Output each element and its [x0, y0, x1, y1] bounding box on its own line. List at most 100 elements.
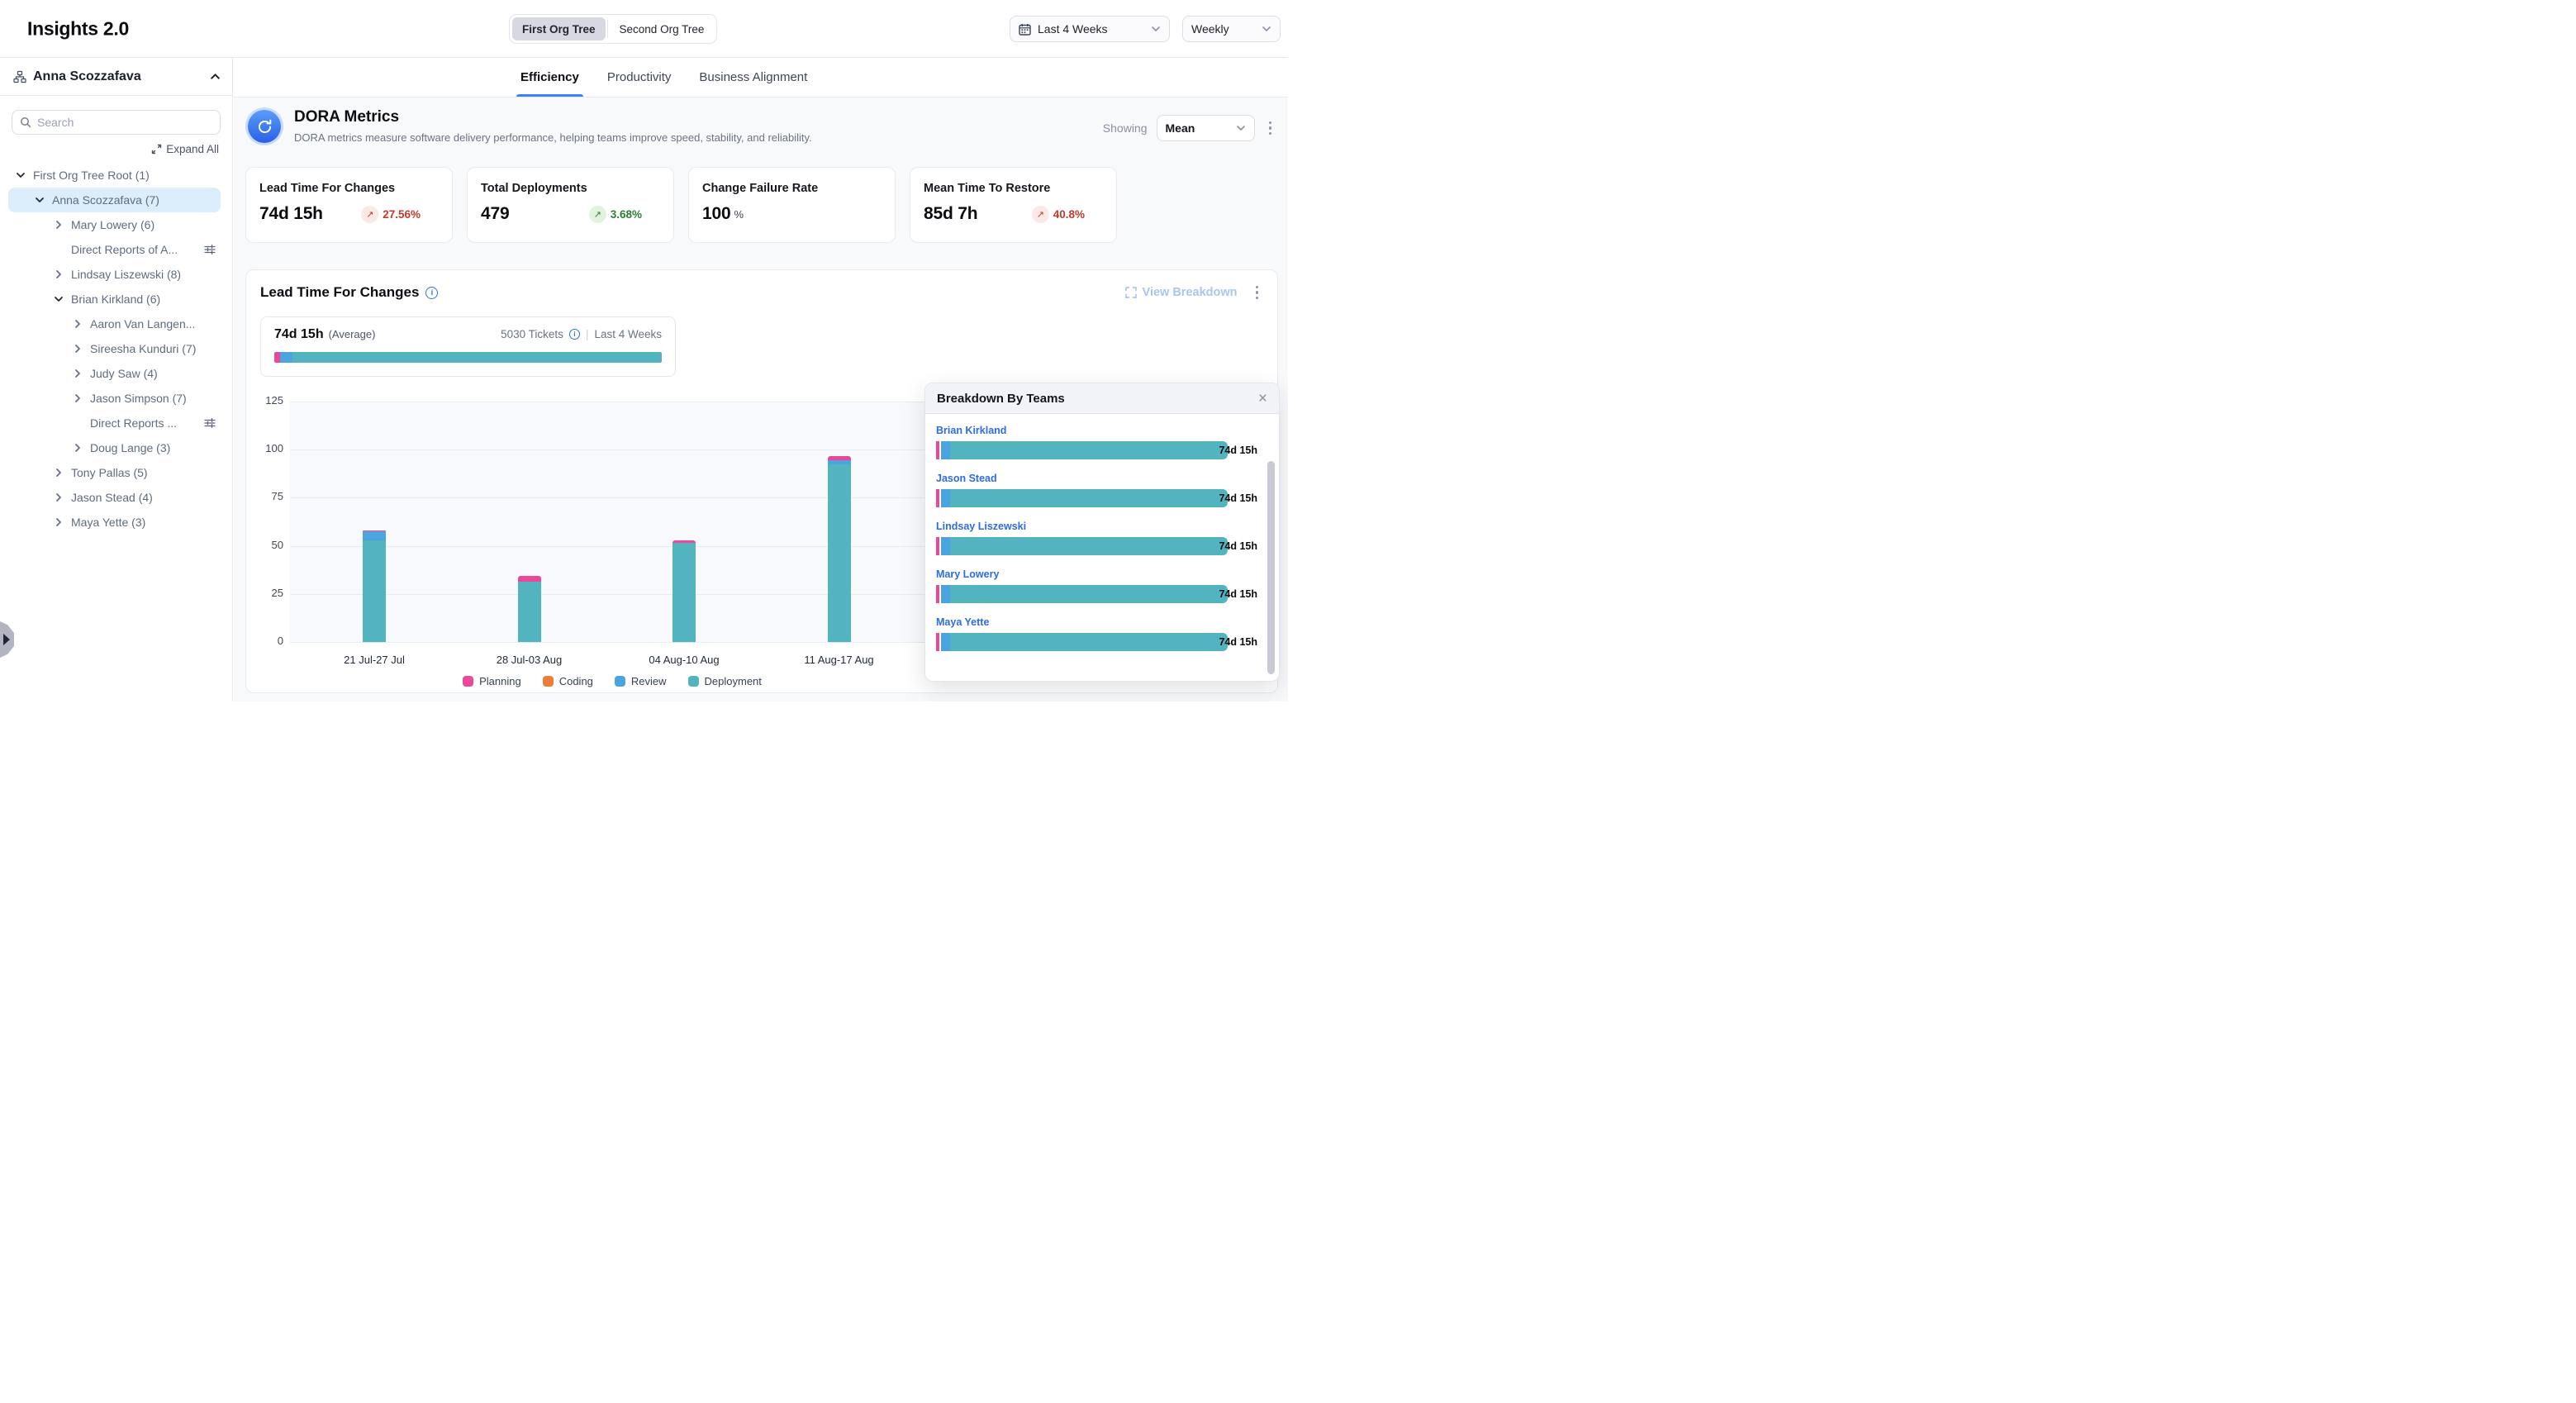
legend-item-review[interactable]: Review — [615, 675, 667, 687]
sidebar-collapse-button[interactable] — [210, 71, 221, 82]
dora-kebab-menu[interactable] — [1264, 118, 1277, 139]
tree-item-judy-saw-4[interactable]: Judy Saw (4) — [8, 361, 221, 386]
tree-item-brian-kirkland-6[interactable]: Brian Kirkland (6) — [8, 287, 221, 312]
dora-logo-ring — [245, 107, 283, 145]
tree-item-jason-stead-4[interactable]: Jason Stead (4) — [8, 485, 221, 510]
expand-all-icon — [151, 144, 162, 155]
metric-card-value: 85d 7h — [924, 204, 977, 224]
info-icon[interactable]: i — [425, 287, 438, 299]
tree-item-sireesha-kunduri-7[interactable]: Sireesha Kunduri (7) — [8, 336, 221, 361]
tree-item-direct-reports-of-a[interactable]: Direct Reports of A... — [8, 237, 221, 262]
breakdown-segment-planning — [936, 633, 939, 651]
toggle-second-org-tree[interactable]: Second Org Tree — [610, 17, 715, 40]
tab-productivity[interactable]: Productivity — [603, 58, 676, 97]
tree-item-first-org-tree-root-1[interactable]: First Org Tree Root (1) — [8, 163, 221, 188]
toggle-first-org-tree[interactable]: First Org Tree — [512, 17, 606, 40]
tree-item-anna-scozzafava-7[interactable]: Anna Scozzafava (7) — [8, 188, 221, 212]
chart-bar-28-jul-03-aug — [518, 576, 541, 642]
breakdown-team-link[interactable]: Maya Yette — [936, 616, 1257, 628]
app-title: Insights 2.0 — [27, 17, 129, 40]
expand-all-label: Expand All — [166, 143, 219, 155]
y-axis-tick-label: 25 — [260, 587, 283, 599]
breakdown-team-link[interactable]: Jason Stead — [936, 473, 1257, 484]
tab-efficiency[interactable]: Efficiency — [516, 58, 583, 97]
breakdown-panel-title: Breakdown By Teams — [937, 392, 1065, 406]
tickets-count: 5030 Tickets — [501, 328, 563, 340]
info-icon[interactable]: i — [569, 329, 580, 340]
breakdown-row-jason-stead: Jason Stead 74d 15h — [936, 473, 1257, 507]
breakdown-panel: Breakdown By Teams × Brian Kirkland 74d 1… — [924, 383, 1280, 682]
search-input[interactable] — [37, 116, 212, 129]
tree-item-jason-simpson-7[interactable]: Jason Simpson (7) — [8, 386, 221, 411]
aggregation-dropdown[interactable]: Mean — [1157, 115, 1255, 141]
chevron-down-icon — [1236, 123, 1246, 133]
tree-item-tony-pallas-5[interactable]: Tony Pallas (5) — [8, 460, 221, 485]
close-icon[interactable]: × — [1258, 391, 1267, 407]
toggle-divider — [607, 20, 608, 38]
tree-item-label: Tony Pallas (5) — [71, 466, 148, 479]
breakdown-stacked-bar — [936, 633, 1228, 651]
section-kebab-menu[interactable] — [1251, 283, 1264, 303]
legend-item-planning[interactable]: Planning — [463, 675, 521, 687]
breakdown-panel-header: Breakdown By Teams × — [925, 383, 1279, 414]
tree-item-label: Direct Reports ... — [90, 416, 177, 430]
metric-card-lead-time-for-changes: Lead Time For Changes74d 15h↗27.56% — [245, 167, 453, 243]
filter-sliders-icon[interactable] — [204, 417, 216, 429]
dora-title: DORA Metrics — [294, 108, 812, 126]
bar-segment-deployment — [828, 464, 851, 642]
tree-item-mary-lowery-6[interactable]: Mary Lowery (6) — [8, 212, 221, 237]
view-breakdown-button[interactable]: View Breakdown — [1125, 286, 1238, 299]
breakdown-bar-row: 74d 15h — [936, 489, 1257, 507]
legend-item-coding[interactable]: Coding — [543, 675, 593, 687]
y-axis-tick-label: 75 — [260, 490, 283, 502]
average-value: 74d 15h — [274, 327, 324, 342]
legend-label: Planning — [479, 675, 521, 687]
tree-item-maya-yette-3[interactable]: Maya Yette (3) — [8, 510, 221, 535]
breakdown-segment-planning — [936, 441, 939, 459]
tree-item-label: Sireesha Kunduri (7) — [90, 342, 196, 355]
tree-item-label: Anna Scozzafava (7) — [52, 193, 159, 207]
x-axis-tick-label: 11 Aug-17 Aug — [782, 654, 897, 666]
chevron-right-icon — [72, 369, 83, 378]
metric-cards-row: Lead Time For Changes74d 15h↗27.56% Total… — [245, 167, 1278, 243]
sidebar-search — [12, 110, 221, 135]
tree-item-doug-lange-3[interactable]: Doug Lange (3) — [8, 435, 221, 460]
breakdown-team-link[interactable]: Mary Lowery — [936, 568, 1257, 580]
filter-sliders-icon[interactable] — [204, 244, 216, 255]
tree-item-lindsay-liszewski-8[interactable]: Lindsay Liszewski (8) — [8, 262, 221, 287]
breakdown-row-lindsay-liszewski: Lindsay Liszewski74d 15h — [936, 521, 1257, 555]
showing-label: Showing — [1103, 121, 1148, 135]
breakdown-value: 74d 15h — [1219, 445, 1257, 456]
breakdown-team-link[interactable]: Lindsay Liszewski — [936, 521, 1257, 532]
trend-up-icon: ↗ — [1032, 206, 1049, 223]
chevron-right-icon — [72, 393, 83, 403]
breakdown-team-link[interactable]: Brian Kirkland — [936, 425, 1257, 436]
tree-item-aaron-van-langen[interactable]: Aaron Van Langen... — [8, 312, 221, 336]
dora-header-text: DORA Metrics DORA metrics measure softwa… — [294, 107, 812, 144]
breakdown-segment-planning — [936, 585, 939, 603]
chevron-down-icon — [1262, 24, 1271, 34]
metric-card-unit: % — [734, 208, 744, 221]
chevron-right-icon — [53, 269, 64, 279]
average-label: (Average) — [329, 328, 376, 340]
expand-all-button[interactable]: Expand All — [0, 143, 219, 155]
trend-up-icon: ↗ — [589, 206, 606, 223]
breakdown-segment-deployment — [950, 585, 1228, 603]
metric-card-title: Mean Time To Restore — [924, 182, 1103, 195]
breakdown-segment-deployment — [950, 441, 1228, 459]
panel-scrollbar-thumb[interactable] — [1267, 461, 1275, 674]
breakdown-stacked-bar — [936, 537, 1228, 555]
metric-card-mean-time-to-restore: Mean Time To Restore85d 7h↗40.8% — [910, 167, 1117, 243]
tree-item-direct-reports[interactable]: Direct Reports ... — [8, 411, 221, 435]
metric-card-title: Total Deployments — [481, 182, 660, 195]
summary-stacked-bar — [274, 352, 662, 363]
breakdown-segment-review — [941, 633, 950, 651]
granularity-dropdown[interactable]: Weekly — [1182, 16, 1281, 42]
date-range-dropdown[interactable]: Last 4 Weeks — [1010, 16, 1170, 42]
tree-item-label: Doug Lange (3) — [90, 441, 170, 454]
tab-bar: Efficiency Productivity Business Alignment — [234, 58, 1288, 97]
tab-business-alignment[interactable]: Business Alignment — [695, 58, 811, 97]
legend-item-deployment[interactable]: Deployment — [688, 675, 762, 687]
metric-card-title: Lead Time For Changes — [259, 182, 439, 195]
legend-swatch-review — [615, 676, 625, 687]
